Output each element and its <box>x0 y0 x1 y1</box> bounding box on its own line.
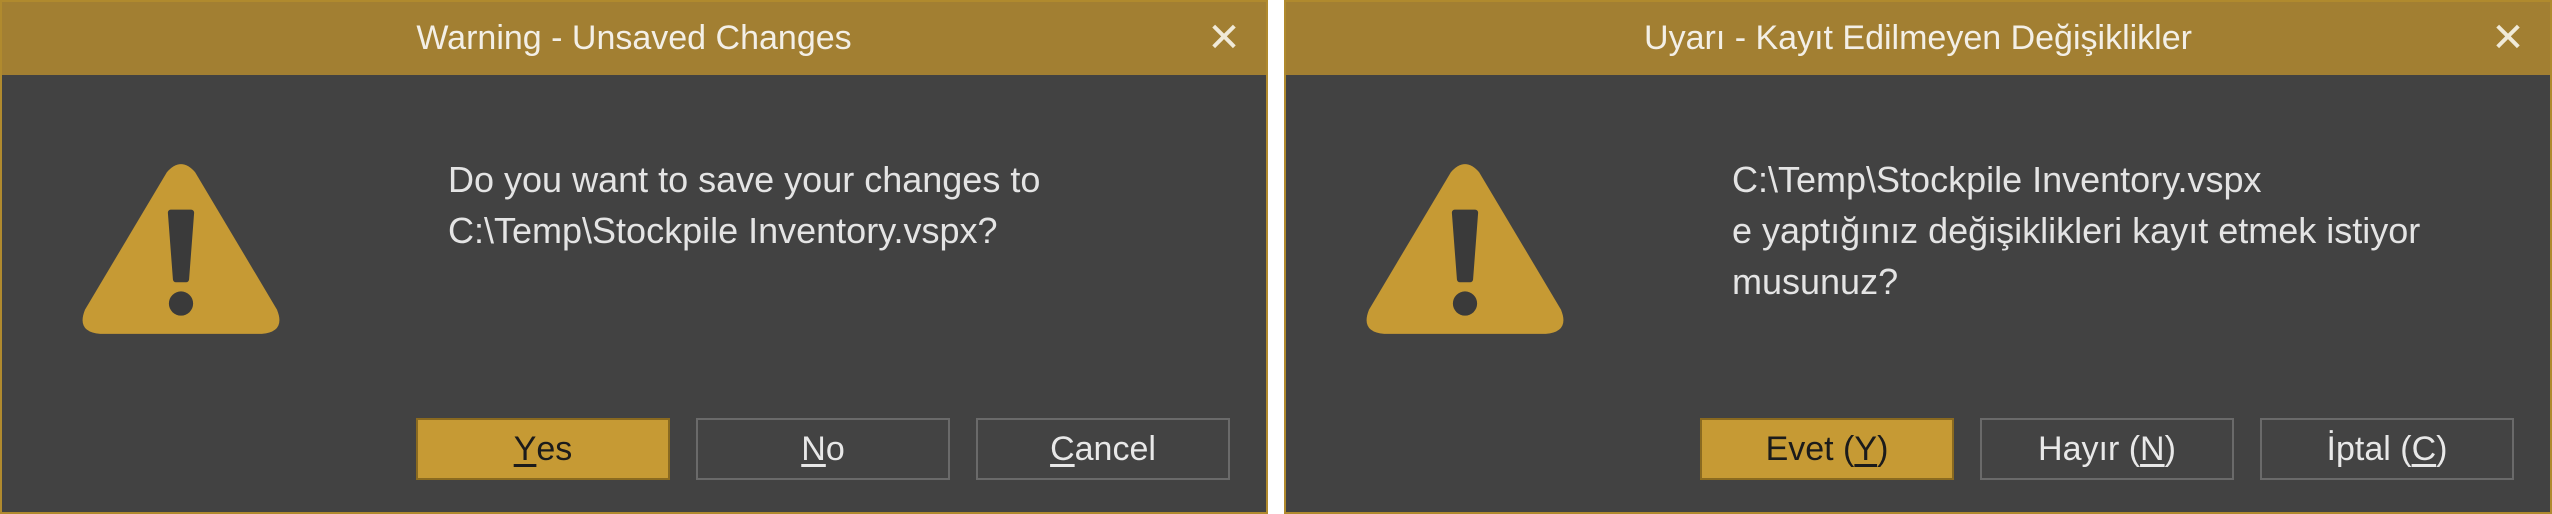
title-bar[interactable]: Warning - Unsaved Changes ✕ <box>2 2 1266 75</box>
access-key: Y <box>513 429 537 468</box>
button-label-post: es <box>536 429 573 468</box>
screenshot-stage: Warning - Unsaved Changes ✕ Do you want … <box>0 0 2552 514</box>
button-label-post: ) <box>2436 429 2448 468</box>
message-line: C:\Temp\Stockpile Inventory.vspx <box>1732 159 2262 200</box>
no-button[interactable]: Hayır (N) <box>1980 418 2234 480</box>
unsaved-changes-dialog-tr: Uyarı - Kayıt Edilmeyen Değişiklikler ✕ … <box>1284 0 2552 514</box>
no-button[interactable]: No <box>696 418 950 480</box>
access-key: N <box>2140 429 2165 468</box>
close-icon[interactable]: ✕ <box>2488 16 2528 60</box>
warning-triangle-icon <box>82 164 280 334</box>
warning-triangle-icon <box>1366 164 1564 334</box>
button-label-pre: Evet ( <box>1765 429 1855 468</box>
unsaved-changes-dialog-en: Warning - Unsaved Changes ✕ Do you want … <box>0 0 1268 514</box>
message-line: musunuz? <box>1732 261 1899 302</box>
button-label-post: ancel <box>1074 429 1156 468</box>
message-line: e yaptığınız değişiklikleri kayıt etmek … <box>1732 210 2421 251</box>
button-label-pre: İptal ( <box>2326 429 2412 468</box>
access-key: Y <box>1854 429 1878 468</box>
dialog-message: Do you want to save your changes to C:\T… <box>448 154 1238 256</box>
yes-button[interactable]: Evet (Y) <box>1700 418 1954 480</box>
message-line: C:\Temp\Stockpile Inventory.vspx? <box>448 210 998 251</box>
button-label-post: ) <box>1877 429 1889 468</box>
dialog-message: C:\Temp\Stockpile Inventory.vspx e yaptı… <box>1732 154 2522 307</box>
access-key: N <box>801 429 826 468</box>
button-label-post: o <box>825 429 845 468</box>
cancel-button[interactable]: İptal (C) <box>2260 418 2514 480</box>
yes-button[interactable]: Yes <box>416 418 670 480</box>
cancel-button[interactable]: Cancel <box>976 418 1230 480</box>
close-icon[interactable]: ✕ <box>1204 16 1244 60</box>
access-key: C <box>1050 429 1075 468</box>
button-label-post: ) <box>2164 429 2176 468</box>
button-label-pre: Hayır ( <box>2038 429 2141 468</box>
title-bar[interactable]: Uyarı - Kayıt Edilmeyen Değişiklikler ✕ <box>1286 2 2550 75</box>
dialog-title: Uyarı - Kayıt Edilmeyen Değişiklikler <box>1644 19 2192 57</box>
access-key: C <box>2411 429 2437 468</box>
message-line: Do you want to save your changes to <box>448 159 1041 200</box>
dialog-title: Warning - Unsaved Changes <box>416 19 852 57</box>
